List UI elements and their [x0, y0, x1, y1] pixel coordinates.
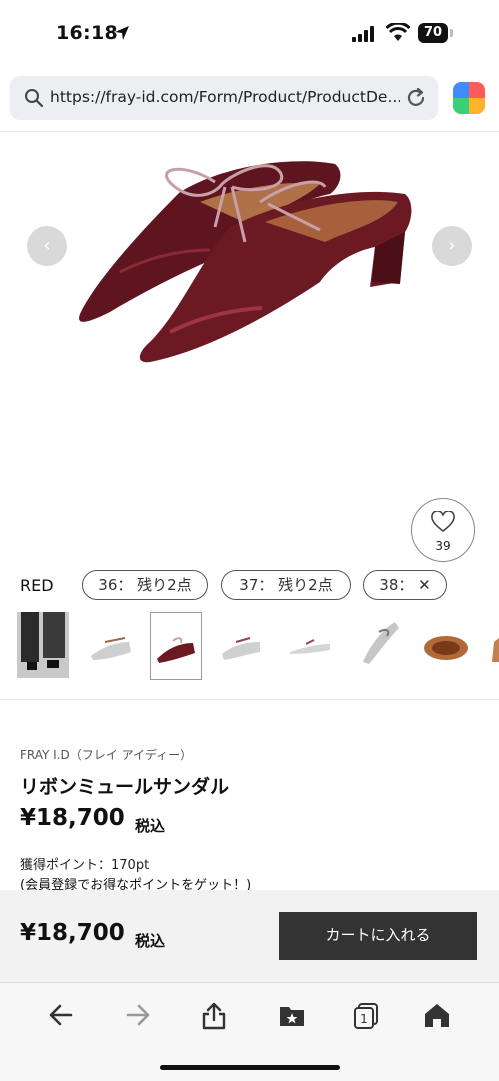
previous-image-button[interactable]: ‹	[27, 226, 67, 266]
size-option-36[interactable]: 36： 残り2点	[82, 570, 208, 600]
divider	[0, 699, 499, 700]
status-time: 16:18	[56, 22, 118, 44]
home-indicator	[160, 1065, 340, 1070]
tax-label: 税込	[135, 817, 166, 835]
size-option-37[interactable]: 37： 残り2点	[221, 570, 351, 600]
battery-tip	[450, 29, 453, 37]
next-image-button[interactable]: ›	[432, 226, 472, 266]
thumbnail-7[interactable]	[420, 612, 472, 678]
reload-icon[interactable]	[405, 87, 427, 109]
heart-icon	[431, 511, 455, 533]
cart-price: ¥18,700	[20, 920, 125, 946]
cart-bar: ¥18,700 税込 カートに入れる	[0, 890, 499, 982]
chevron-right-icon: ›	[448, 235, 456, 256]
cart-tax-label: 税込	[135, 932, 166, 950]
thumbnail-2[interactable]	[85, 612, 137, 678]
url-text[interactable]: https://fray-id.com/Form/Product/Product…	[50, 88, 400, 106]
search-icon	[25, 89, 44, 108]
cellular-signal-icon	[352, 26, 374, 42]
back-icon[interactable]	[47, 1001, 75, 1029]
svg-text:1: 1	[360, 1012, 368, 1026]
thumbnail-3-selected[interactable]	[150, 612, 202, 680]
product-price: ¥18,700	[20, 805, 125, 831]
favorite-count: 39	[435, 539, 451, 553]
bookmarks-icon[interactable]	[278, 1001, 306, 1029]
extension-icon[interactable]	[453, 82, 485, 114]
battery-indicator: 70	[418, 23, 448, 43]
chevron-left-icon: ‹	[43, 235, 51, 256]
forward-icon[interactable]	[124, 1001, 152, 1029]
location-arrow-icon	[115, 26, 129, 40]
brand-name[interactable]: FRAY I.D（フレイ アイディー）	[20, 746, 192, 763]
thumbnail-4[interactable]	[216, 612, 268, 678]
size-option-38[interactable]: 38： ✕	[363, 570, 447, 600]
points-info: 獲得ポイント：170pt	[20, 858, 150, 873]
thumbnail-8[interactable]	[484, 612, 499, 678]
add-to-cart-button[interactable]: カートに入れる	[279, 912, 477, 960]
share-icon[interactable]	[200, 1001, 228, 1031]
favorite-button[interactable]: 39	[411, 498, 475, 562]
home-icon[interactable]	[423, 1001, 451, 1029]
color-label: RED	[20, 576, 54, 595]
thumbnail-5[interactable]	[284, 612, 336, 678]
product-title: リボンミュールサンダル	[20, 776, 230, 798]
tabs-icon[interactable]: 1	[352, 1001, 380, 1029]
thumbnail-1[interactable]	[17, 612, 69, 678]
wifi-icon	[386, 23, 410, 41]
address-bar[interactable]: https://fray-id.com/Form/Product/Product…	[10, 76, 438, 120]
thumbnail-6[interactable]	[355, 612, 407, 678]
thumbnail-3-image	[157, 637, 195, 663]
product-main-image[interactable]	[0, 132, 499, 492]
